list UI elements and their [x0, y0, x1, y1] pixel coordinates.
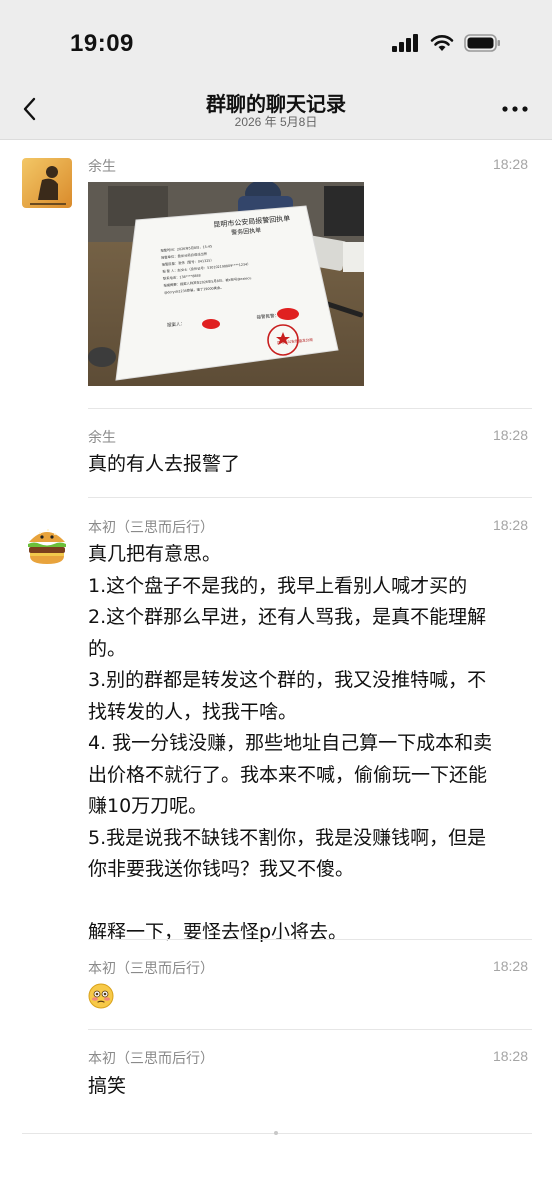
nav-bar: 群聊的聊天记录 2026 年 5月8日 [0, 88, 552, 140]
status-bar: 19:09 [0, 0, 552, 88]
message-text[interactable]: 真的有人去报警了 [88, 449, 524, 481]
avatar-silhouette-icon [22, 158, 72, 208]
message-divider [88, 497, 532, 498]
avatar[interactable] [22, 158, 72, 208]
message-divider [88, 1029, 532, 1030]
more-icon[interactable] [500, 94, 530, 124]
system-icons [392, 34, 502, 52]
cellular-signal-icon [392, 34, 418, 52]
message-line: 3.别的群都是转发这个群的，我又没推特喊，不 [88, 669, 487, 691]
message-line: 5.我是说我不缺钱不割你，我是没赚钱啊，但是 [88, 826, 487, 849]
redaction-mark [202, 319, 220, 329]
police-receipt-photo[interactable]: 昆明市公安局报警回执单 警务回执单 报警时间：2026年5月8日，15:45 接… [88, 182, 364, 386]
message-time: 18:28 [492, 958, 528, 974]
end-dot [274, 1131, 278, 1135]
sender-name: 本初（三思而后行） [88, 961, 214, 977]
message-line: 的。 [88, 637, 127, 660]
sender-name: 余生 [88, 159, 116, 175]
battery-icon [464, 34, 500, 52]
message-line: 解释一下，要怪去怪p小将去。 [88, 921, 348, 943]
message-text[interactable]: 真几把有意思。 1.这个盘子不是我的，我早上看别人喊才买的 2.这个群那么早进，… [88, 539, 524, 949]
wifi-icon [430, 35, 454, 51]
message-line: 找转发的人，找我干啥。 [88, 700, 298, 723]
message-line: 真的有人去报警了 [88, 453, 241, 475]
page-subtitle-date: 2026 年 5月8日 [234, 115, 318, 129]
message-line: 你非要我送你钱吗？我又不傻。 [88, 858, 355, 880]
message-line: 1.这个盘子不是我的，我早上看别人喊才买的 [88, 574, 468, 597]
message-line: 2.这个群那么早进，还有人骂我，是真不能理解 [88, 606, 487, 628]
message-line: 赚10万刀呢。 [88, 795, 208, 817]
message-line: 4. 我一分钱没赚，那些地址自己算一下成本和卖 [88, 732, 493, 754]
avatar[interactable] [22, 520, 72, 570]
sender-name: 余生 [88, 430, 116, 446]
clock: 19:09 [70, 30, 134, 57]
flushed-face-emoji-icon [88, 983, 114, 1009]
message-time: 18:28 [492, 427, 528, 443]
message-time: 18:28 [492, 1048, 528, 1064]
message-time: 18:28 [492, 517, 528, 533]
message-line: 出价格不就行了。我本来不喊，偷偷玩一下还能 [88, 763, 488, 786]
burger-emoji-avatar-icon [22, 520, 72, 570]
sender-name: 本初（三思而后行） [88, 1051, 214, 1067]
redaction-mark [277, 308, 299, 320]
message-divider [88, 408, 532, 409]
message-emoji[interactable]: 😳 [88, 983, 524, 1019]
message-text[interactable]: 搞笑 [88, 1071, 524, 1103]
message-line [88, 886, 524, 918]
message-line: 搞笑 [88, 1075, 127, 1097]
message-line: 真几把有意思。 [88, 543, 222, 565]
sender-name: 本初（三思而后行） [88, 520, 214, 536]
message-divider [88, 939, 532, 940]
message-time: 18:28 [492, 156, 528, 172]
